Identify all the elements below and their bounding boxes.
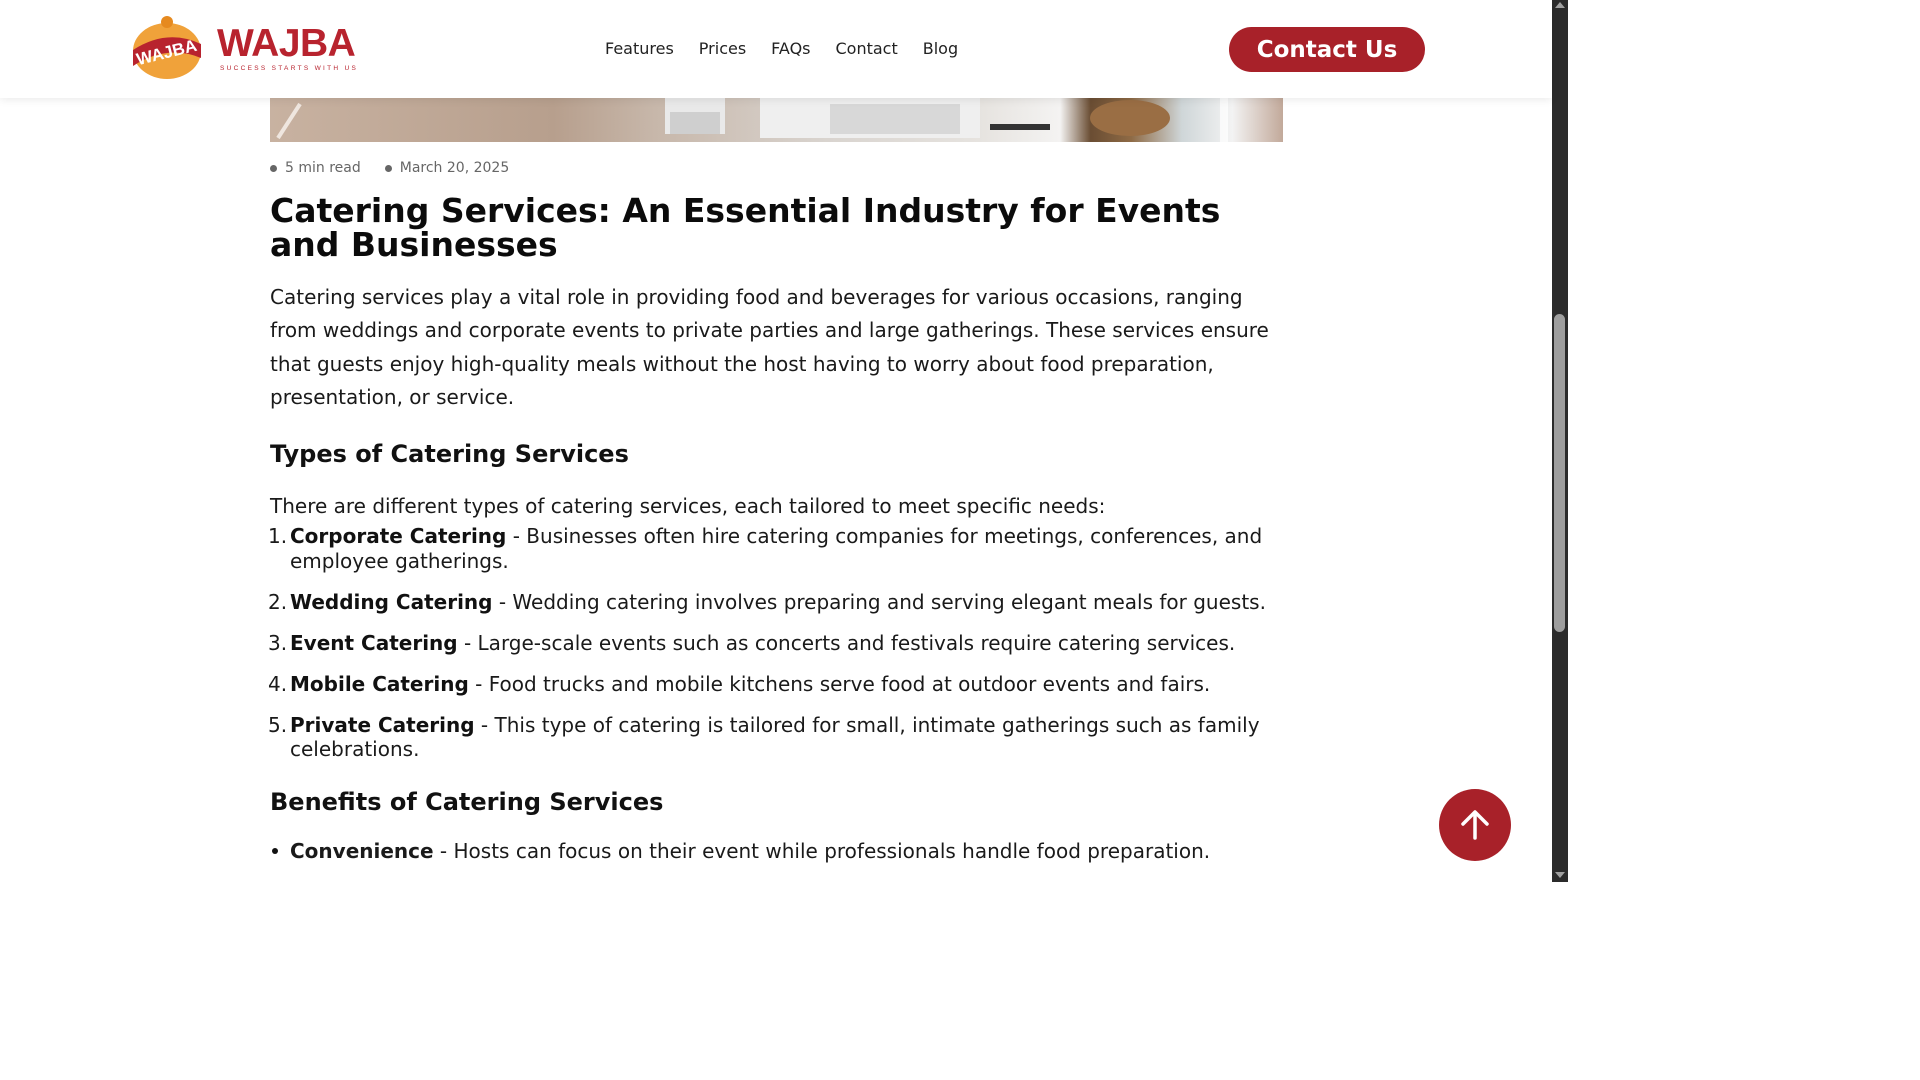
- list-item: 2. Wedding Catering - Wedding catering i…: [268, 589, 1266, 614]
- nav-prices[interactable]: Prices: [699, 38, 746, 60]
- contact-us-button[interactable]: Contact Us: [1229, 27, 1425, 72]
- list-item-desc: - Hosts can focus on their event while p…: [433, 839, 1211, 863]
- hero-image-detail: [276, 98, 1228, 142]
- read-time: 5 min read: [270, 160, 361, 176]
- list-item-title: Corporate Catering: [290, 524, 507, 548]
- main-nav: Features Prices FAQs Contact Blog: [605, 38, 958, 60]
- logo-tagline: SUCCESS STARTS WITH US: [220, 65, 359, 72]
- logo-badge-icon: WAJBA: [133, 16, 201, 79]
- nav-faqs[interactable]: FAQs: [771, 38, 810, 60]
- article-intro: Catering services play a vital role in p…: [270, 285, 1269, 409]
- section-heading-benefits: Benefits of Catering Services: [270, 788, 664, 816]
- article-hero-image: [270, 98, 1283, 142]
- list-item-title: Private Catering: [290, 712, 475, 737]
- section-heading-types: Types of Catering Services: [270, 440, 629, 468]
- back-to-top-button[interactable]: [1439, 789, 1511, 861]
- list-item-desc: - Food trucks and mobile kitchens serve …: [468, 671, 1211, 696]
- scrollbar-thumb[interactable]: [1554, 314, 1565, 632]
- list-item: 5. Private Catering - This type of cater…: [268, 712, 1260, 762]
- list-item-title: Wedding Catering: [290, 589, 493, 614]
- article-meta: 5 min read March 20, 2025: [270, 160, 533, 176]
- list-item-desc: - Wedding catering involves preparing an…: [492, 589, 1266, 614]
- logo[interactable]: WAJBA WAJBA SUCCESS STARTS WITH US: [127, 14, 357, 84]
- nav-blog[interactable]: Blog: [923, 38, 958, 60]
- list-item: 3. Event Catering - Large-scale events s…: [268, 630, 1236, 655]
- types-lead: There are different types of catering se…: [270, 494, 1106, 518]
- list-item-title: Convenience: [290, 839, 434, 863]
- logo-wordmark: WAJBA: [217, 22, 356, 65]
- list-item: 1. Corporate Catering - Businesses often…: [268, 524, 1263, 573]
- nav-features[interactable]: Features: [605, 38, 674, 60]
- bullet-dot-icon: [270, 164, 277, 172]
- types-list: 1. Corporate Catering - Businesses often…: [268, 524, 1288, 778]
- list-item: Convenience - Hosts can focus on their e…: [270, 838, 1283, 864]
- scroll-down-arrow-icon[interactable]: [1555, 872, 1565, 878]
- publish-date: March 20, 2025: [384, 160, 509, 176]
- bullet-dot-icon: [272, 848, 278, 854]
- scroll-up-arrow-icon[interactable]: [1555, 2, 1565, 8]
- article-title: Catering Services: An Essential Industry…: [270, 191, 1221, 264]
- bullet-dot-icon: [384, 164, 392, 172]
- nav-contact[interactable]: Contact: [836, 38, 898, 60]
- list-item-desc: - Large-scale events such as concerts an…: [457, 630, 1236, 655]
- list-item-title: Event Catering: [290, 630, 458, 655]
- site-header: WAJBA WAJBA SUCCESS STARTS WITH US Featu…: [0, 0, 1552, 98]
- list-item-title: Mobile Catering: [290, 671, 469, 696]
- benefits-list: Convenience - Hosts can focus on their e…: [270, 838, 1283, 864]
- arrow-up-icon: [1461, 810, 1489, 840]
- list-item: 4. Mobile Catering - Food trucks and mob…: [268, 671, 1211, 696]
